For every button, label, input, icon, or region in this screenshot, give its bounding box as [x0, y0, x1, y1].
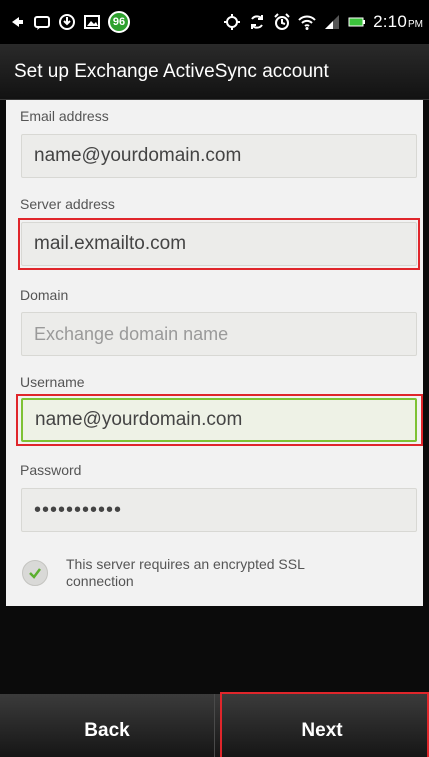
gps-icon — [223, 13, 241, 31]
checkmark-icon — [29, 568, 41, 579]
message-icon — [33, 13, 51, 31]
bottom-action-bar: Back Next — [0, 694, 429, 757]
password-field[interactable]: ••••••••••• — [21, 488, 417, 532]
ssl-checkbox[interactable] — [22, 560, 48, 586]
server-address-highlight — [18, 218, 420, 270]
image-icon — [83, 13, 101, 31]
back-button[interactable]: Back — [0, 694, 214, 757]
username-highlight — [16, 394, 423, 446]
ssl-label: This server requires an encrypted SSL co… — [66, 556, 305, 589]
wifi-icon — [298, 13, 316, 31]
clock-ampm: PM — [408, 19, 423, 30]
battery-icon — [348, 13, 366, 31]
sync-icon — [248, 13, 266, 31]
page-title: Set up Exchange ActiveSync account — [14, 60, 329, 82]
username-label: Username — [20, 374, 85, 390]
notification-count-badge: 96 — [108, 11, 130, 33]
back-arrow-icon — [8, 13, 26, 31]
title-bar: Set up Exchange ActiveSync account — [0, 44, 429, 100]
server-address-label: Server address — [20, 196, 115, 212]
clock-time: 2:10 — [373, 12, 407, 31]
password-label: Password — [20, 462, 82, 478]
alarm-icon — [273, 13, 291, 31]
next-button[interactable]: Next — [215, 694, 429, 757]
signal-icon — [323, 13, 341, 31]
domain-field[interactable]: Exchange domain name — [21, 312, 417, 356]
email-label: Email address — [20, 108, 109, 124]
domain-label: Domain — [20, 287, 69, 303]
account-form: Email address name@yourdomain.com Server… — [6, 100, 423, 606]
status-bar: 96 2:10PM — [0, 0, 429, 44]
email-field[interactable]: name@yourdomain.com — [21, 134, 417, 178]
download-icon — [58, 13, 76, 31]
